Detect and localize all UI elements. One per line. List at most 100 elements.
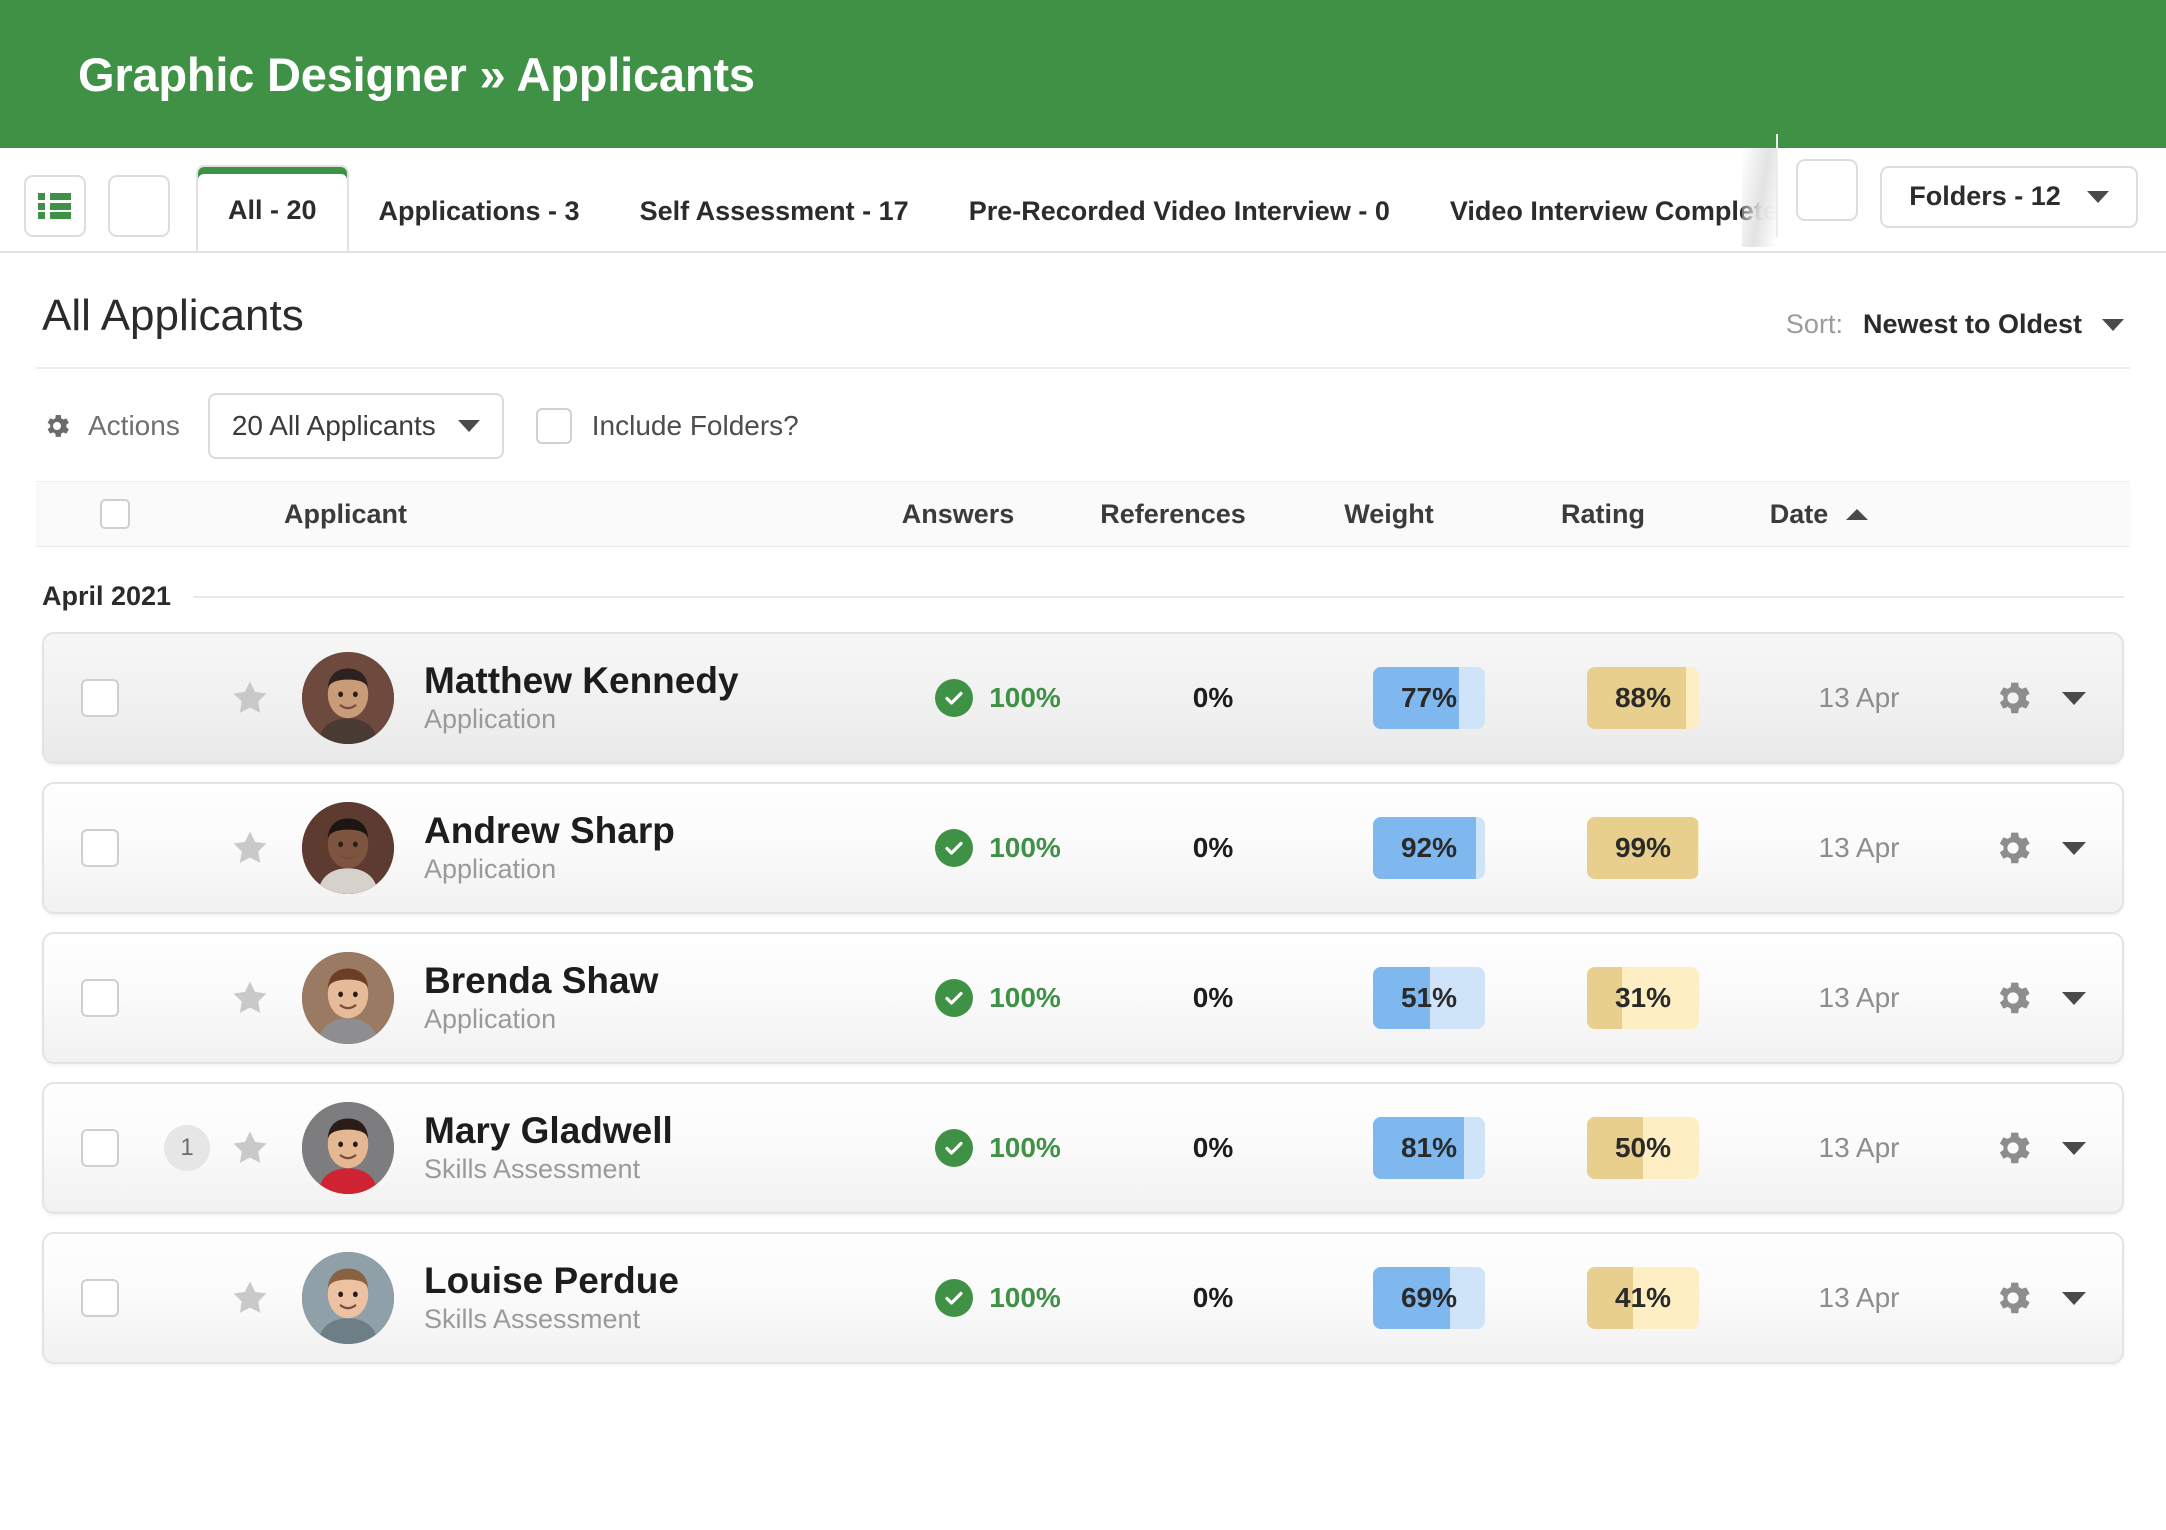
answers-value: 100% <box>989 832 1061 863</box>
row-checkbox[interactable] <box>44 679 156 717</box>
avatar[interactable] <box>302 1252 394 1344</box>
checkbox-box <box>81 679 119 717</box>
table-row[interactable]: Louise Perdue Skills Assessment 100% 0% 69% 4… <box>42 1232 2124 1364</box>
weight-bar: 81% <box>1373 1117 1485 1179</box>
cell-row-actions <box>1966 827 2122 869</box>
page-head: All Applicants Sort: Newest to Oldest <box>36 253 2130 369</box>
chevron-down-icon[interactable] <box>2062 691 2086 705</box>
table-row[interactable]: Matthew Kennedy Application 100% 0% 77% 88% 13… <box>42 632 2124 764</box>
applicant-name-block: Brenda Shaw Application <box>424 960 894 1036</box>
gear-icon[interactable] <box>1992 677 2034 719</box>
star-icon[interactable] <box>228 1277 272 1319</box>
avatar[interactable] <box>302 652 394 744</box>
gear-icon[interactable] <box>1992 827 2034 869</box>
tab-pre-recorded-video-interview-label: Pre-Recorded Video Interview - 0 <box>968 195 1390 226</box>
tab-self-assessment-label: Self Assessment - 17 <box>639 195 909 226</box>
column-header-references[interactable]: References <box>1062 499 1284 530</box>
star-icon[interactable] <box>228 977 272 1019</box>
chevron-down-icon[interactable] <box>2062 991 2086 1005</box>
rating-value: 88% <box>1614 682 1672 713</box>
select-all-checkbox[interactable] <box>42 499 154 529</box>
answers-value: 100% <box>989 682 1061 713</box>
checkbox-box <box>81 829 119 867</box>
sort-dropdown[interactable]: Sort: Newest to Oldest <box>1786 291 2124 340</box>
tab-self-assessment[interactable]: Self Assessment - 17 <box>610 171 939 251</box>
weight-value: 77% <box>1400 682 1458 713</box>
add-tab-button[interactable] <box>1796 158 1858 221</box>
cell-answers: 100% <box>894 679 1102 717</box>
row-checkbox[interactable] <box>44 829 156 867</box>
tab-bar: All - 20 Applications - 3 Self Assessmen… <box>0 134 2166 253</box>
tab-video-interview-complete[interactable]: Video Interview Complete <box>1420 171 1776 251</box>
folders-dropdown[interactable]: Folders - 12 <box>1880 165 2138 228</box>
check-circle-icon <box>935 679 974 717</box>
chevron-down-icon <box>457 420 480 432</box>
scope-select[interactable]: 20 All Applicants <box>207 393 504 459</box>
applicant-name[interactable]: Mary Gladwell <box>424 1110 894 1151</box>
applicant-stage: Application <box>424 854 557 885</box>
star-icon[interactable] <box>228 827 272 869</box>
cell-references: 0% <box>1192 832 1234 863</box>
tab-all[interactable]: All - 20 <box>196 165 349 251</box>
sort-label: Sort: <box>1785 309 1843 339</box>
tab-applications[interactable]: Applications - 3 <box>349 171 610 251</box>
applicant-list: Matthew Kennedy Application 100% 0% 77% 88% 13… <box>36 632 2130 1364</box>
cell-answers: 100% <box>894 979 1102 1017</box>
applicant-name-block: Andrew Sharp Application <box>424 810 894 886</box>
star-icon[interactable] <box>228 1127 272 1169</box>
include-folders-label: Include Folders? <box>591 410 799 441</box>
scope-select-value: 20 All Applicants <box>231 410 436 441</box>
checkbox-box <box>81 1279 119 1317</box>
applicants-page: Graphic Designer » Applicants All - 20 A… <box>0 0 2166 1530</box>
chevron-down-icon[interactable] <box>2062 841 2086 855</box>
applicant-name-block: Matthew Kennedy Application <box>424 660 894 736</box>
rating-value: 31% <box>1614 982 1672 1013</box>
row-checkbox[interactable] <box>44 979 156 1017</box>
list-view-button[interactable] <box>24 175 86 237</box>
avatar[interactable] <box>302 1102 394 1194</box>
answers-value: 100% <box>989 982 1061 1013</box>
chevron-down-icon[interactable] <box>2062 1291 2086 1305</box>
gear-icon[interactable] <box>1992 1127 2034 1169</box>
applicant-stage: Application <box>424 704 557 735</box>
avatar[interactable] <box>302 802 394 894</box>
page-header: Graphic Designer » Applicants <box>0 0 2166 148</box>
cell-rating: 31% <box>1534 967 1752 1029</box>
applicant-name[interactable]: Andrew Sharp <box>424 810 894 851</box>
checkbox-box <box>535 408 572 444</box>
weight-bar: 92% <box>1373 817 1485 879</box>
divider-line <box>193 595 2124 598</box>
tab-pre-recorded-video-interview[interactable]: Pre-Recorded Video Interview - 0 <box>939 171 1420 251</box>
column-header-date[interactable]: Date <box>1712 499 1926 530</box>
cell-rating: 41% <box>1534 1267 1752 1329</box>
chevron-down-icon[interactable] <box>2062 1141 2086 1155</box>
table-row[interactable]: Brenda Shaw Application 100% 0% 51% 31% 13 Apr <box>42 932 2124 1064</box>
gear-icon[interactable] <box>1992 977 2034 1019</box>
column-header-weight[interactable]: Weight <box>1284 499 1494 530</box>
row-checkbox[interactable] <box>44 1129 156 1167</box>
column-header-applicant[interactable]: Applicant <box>154 499 854 530</box>
table-row[interactable]: 1 Mary Gladwell Skills Assessment 100% 0% 81%… <box>42 1082 2124 1214</box>
row-count-badge: 1 <box>164 1125 210 1171</box>
include-folders-checkbox[interactable]: Include Folders? <box>535 408 799 444</box>
star-icon[interactable] <box>228 677 272 719</box>
avatar[interactable] <box>302 952 394 1044</box>
column-header-rating[interactable]: Rating <box>1494 499 1712 530</box>
actions-button[interactable]: Actions <box>42 410 180 442</box>
table-row[interactable]: Andrew Sharp Application 100% 0% 92% 99% 13 Ap… <box>42 782 2124 914</box>
grid-view-button[interactable] <box>108 175 170 237</box>
rating-bar: 99% <box>1587 817 1699 879</box>
row-checkbox[interactable] <box>44 1279 156 1317</box>
cell-weight: 51% <box>1324 967 1534 1029</box>
gear-icon[interactable] <box>1992 1277 2034 1319</box>
applicant-name[interactable]: Louise Perdue <box>424 1260 894 1301</box>
rating-value: 41% <box>1614 1282 1672 1313</box>
applicant-name[interactable]: Brenda Shaw <box>424 960 894 1001</box>
check-circle-icon <box>935 1129 974 1167</box>
applicant-name[interactable]: Matthew Kennedy <box>424 660 894 701</box>
cell-date: 13 Apr <box>1818 682 1900 713</box>
tab-applications-label: Applications - 3 <box>378 195 580 226</box>
page-title-breadcrumb: Graphic Designer » Applicants <box>78 47 755 101</box>
cell-weight: 69% <box>1324 1267 1534 1329</box>
column-header-answers[interactable]: Answers <box>854 499 1062 530</box>
